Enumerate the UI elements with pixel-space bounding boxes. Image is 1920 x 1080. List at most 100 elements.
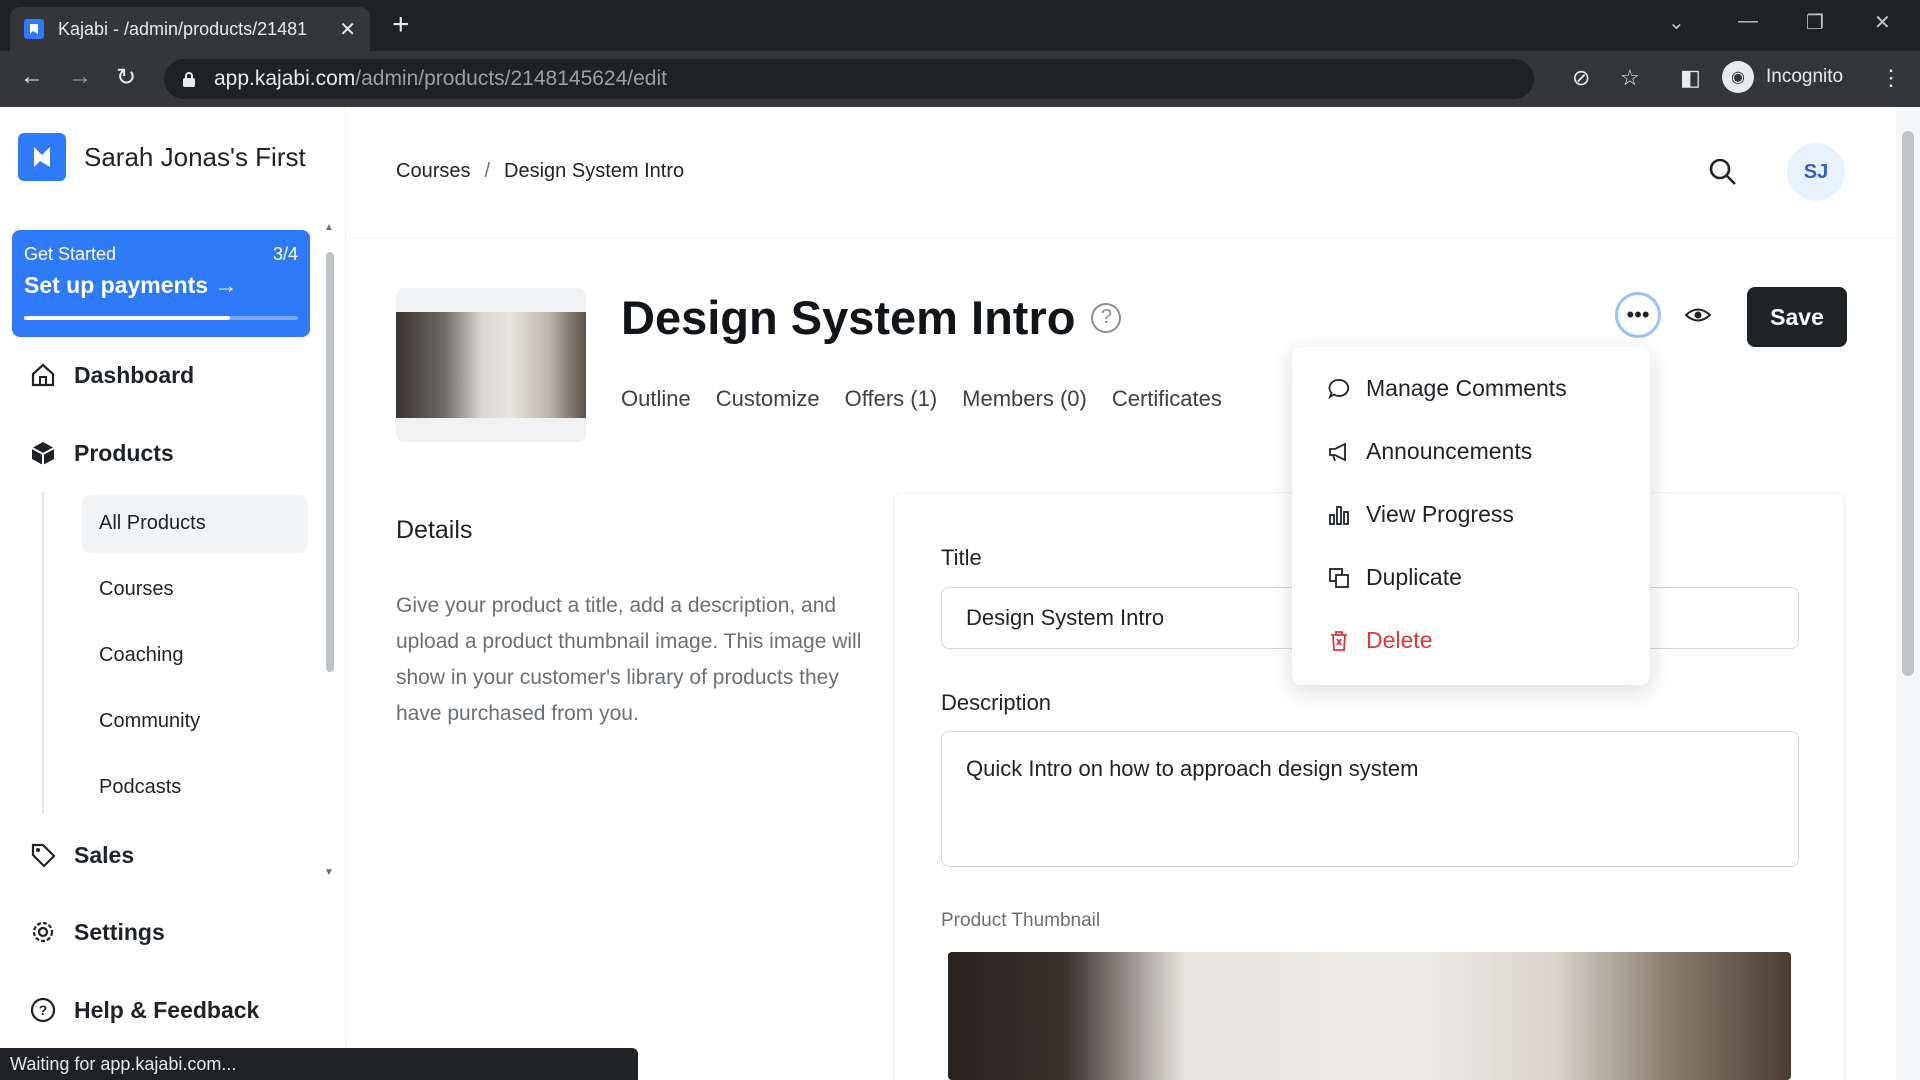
breadcrumb: Courses / Design System Intro xyxy=(396,160,684,183)
page-scrollbar[interactable] xyxy=(1896,107,1920,1080)
sidebar-scrollbar[interactable]: ▲ ▼ xyxy=(324,222,336,882)
tab-offers[interactable]: Offers (1) xyxy=(845,386,938,412)
nav-dashboard-label: Dashboard xyxy=(74,361,195,388)
preview-eye-icon[interactable] xyxy=(1684,304,1712,326)
restore-icon[interactable]: ❐ xyxy=(1806,10,1824,35)
description-textarea[interactable]: Quick Intro on how to approach design sy… xyxy=(941,731,1799,867)
url-host: app.kajabi.com xyxy=(214,67,356,90)
get-started-count: 3/4 xyxy=(272,244,298,264)
home-icon xyxy=(28,360,58,390)
subnav-line xyxy=(42,492,44,814)
kajabi-favicon-icon xyxy=(24,19,44,39)
megaphone-icon xyxy=(1326,439,1352,465)
bookmark-star-icon[interactable]: ☆ xyxy=(1620,65,1640,91)
tracking-protection-icon[interactable]: ⊘ xyxy=(1572,65,1590,91)
subnav-community[interactable]: Community xyxy=(99,710,200,733)
description-label: Description xyxy=(941,690,1052,715)
menu-view-progress-label: View Progress xyxy=(1366,501,1514,527)
tab-members[interactable]: Members (0) xyxy=(962,386,1087,412)
top-bar: Courses / Design System Intro SJ xyxy=(350,107,1895,239)
tab-certificates[interactable]: Certificates xyxy=(1112,386,1222,412)
url-text: app.kajabi.com/admin/products/2148145624… xyxy=(214,67,667,91)
get-started-card[interactable]: Get Started 3/4 Set up payments → xyxy=(12,230,310,337)
subnav-all-products[interactable]: All Products xyxy=(99,512,206,535)
nav-sales[interactable]: Sales xyxy=(28,840,134,870)
subnav-coaching[interactable]: Coaching xyxy=(99,644,184,667)
back-icon[interactable]: ← xyxy=(20,63,44,91)
get-started-label: Get Started xyxy=(24,244,117,264)
breadcrumb-courses[interactable]: Courses xyxy=(396,160,470,182)
nav-dashboard[interactable]: Dashboard xyxy=(28,360,194,390)
save-button[interactable]: Save xyxy=(1747,287,1847,347)
side-panel-icon[interactable]: ◧ xyxy=(1680,65,1701,91)
forward-icon[interactable]: → xyxy=(68,63,92,91)
nav-help[interactable]: ? Help & Feedback xyxy=(28,995,259,1025)
product-thumbnail-large[interactable] xyxy=(948,952,1791,1080)
subnav-courses[interactable]: Courses xyxy=(99,578,173,601)
nav-products-label: Products xyxy=(74,439,174,466)
page-title: Design System Intro ? xyxy=(621,290,1122,345)
scroll-up-icon[interactable]: ▲ xyxy=(324,222,334,233)
arrow-right-icon: → xyxy=(214,272,238,298)
more-options-menu: Manage Comments Announcements View Progr… xyxy=(1292,347,1650,685)
duplicate-icon xyxy=(1326,565,1352,591)
menu-announcements[interactable]: Announcements xyxy=(1326,438,1532,465)
thumbnail-image xyxy=(396,312,586,418)
breadcrumb-current: Design System Intro xyxy=(504,160,685,182)
menu-delete-label: Delete xyxy=(1366,627,1433,653)
sidebar-scroll-thumb[interactable] xyxy=(326,252,334,672)
tab-outline[interactable]: Outline xyxy=(621,386,691,412)
bar-chart-icon xyxy=(1326,502,1352,528)
menu-manage-comments-label: Manage Comments xyxy=(1366,375,1567,401)
browser-status-bar: Waiting for app.kajabi.com... xyxy=(0,1048,638,1080)
browser-tab[interactable]: Kajabi - /admin/products/21481 ✕ xyxy=(10,7,370,51)
subnav-podcasts[interactable]: Podcasts xyxy=(99,776,181,799)
thumbnail-label: Product Thumbnail xyxy=(941,910,1101,931)
page-scroll-thumb[interactable] xyxy=(1902,131,1914,676)
nav-settings[interactable]: Settings xyxy=(28,917,165,947)
menu-manage-comments[interactable]: Manage Comments xyxy=(1326,375,1567,402)
set-up-payments-label: Set up payments xyxy=(24,272,209,298)
reload-icon[interactable]: ↻ xyxy=(116,63,136,92)
title-label: Title xyxy=(941,545,982,570)
nav-help-label: Help & Feedback xyxy=(74,996,260,1023)
help-circle-icon[interactable]: ? xyxy=(1091,302,1122,333)
avatar[interactable]: SJ xyxy=(1787,143,1845,201)
cube-icon xyxy=(28,438,58,468)
browser-tab-bar: Kajabi - /admin/products/21481 ✕ + ⌄ — ❐… xyxy=(0,0,1920,51)
get-started-progress xyxy=(24,316,298,320)
nav-products[interactable]: Products xyxy=(28,438,174,468)
browser-menu-icon[interactable]: ⋮ xyxy=(1880,65,1902,91)
new-tab-icon[interactable]: + xyxy=(392,10,410,40)
minimize-icon[interactable]: — xyxy=(1738,10,1758,33)
incognito-profile[interactable]: ◉ Incognito xyxy=(1722,61,1843,93)
site-brand[interactable]: Sarah Jonas's First xyxy=(18,133,306,181)
comment-icon xyxy=(1326,376,1352,402)
incognito-icon: ◉ xyxy=(1722,61,1754,93)
title-input-value: Design System Intro xyxy=(966,605,1165,630)
help-icon: ? xyxy=(28,995,58,1025)
scroll-down-icon[interactable]: ▼ xyxy=(324,867,334,878)
trash-icon xyxy=(1326,628,1352,654)
more-options-button[interactable]: ••• xyxy=(1615,292,1661,338)
menu-view-progress[interactable]: View Progress xyxy=(1326,501,1514,528)
tab-customize[interactable]: Customize xyxy=(716,386,820,412)
browser-toolbar: ← → ↻ app.kajabi.com/admin/products/2148… xyxy=(0,51,1920,107)
tag-icon xyxy=(28,840,58,870)
address-bar[interactable]: app.kajabi.com/admin/products/2148145624… xyxy=(164,59,1534,99)
sidebar: Sarah Jonas's First Get Started 3/4 Set … xyxy=(0,107,346,1080)
description-value: Quick Intro on how to approach design sy… xyxy=(966,756,1419,781)
tab-search-icon[interactable]: ⌄ xyxy=(1668,10,1685,35)
incognito-label: Incognito xyxy=(1766,66,1844,87)
menu-duplicate[interactable]: Duplicate xyxy=(1326,564,1462,591)
search-icon[interactable] xyxy=(1708,157,1738,187)
menu-duplicate-label: Duplicate xyxy=(1366,564,1462,590)
set-up-payments-link[interactable]: Set up payments → xyxy=(24,272,237,299)
close-window-icon[interactable]: ✕ xyxy=(1874,10,1891,35)
menu-delete[interactable]: Delete xyxy=(1326,627,1432,654)
close-tab-icon[interactable]: ✕ xyxy=(339,17,356,42)
page-title-text: Design System Intro xyxy=(621,291,1076,344)
menu-announcements-label: Announcements xyxy=(1366,438,1533,464)
ellipsis-icon: ••• xyxy=(1626,302,1650,327)
site-name: Sarah Jonas's First xyxy=(84,141,306,172)
